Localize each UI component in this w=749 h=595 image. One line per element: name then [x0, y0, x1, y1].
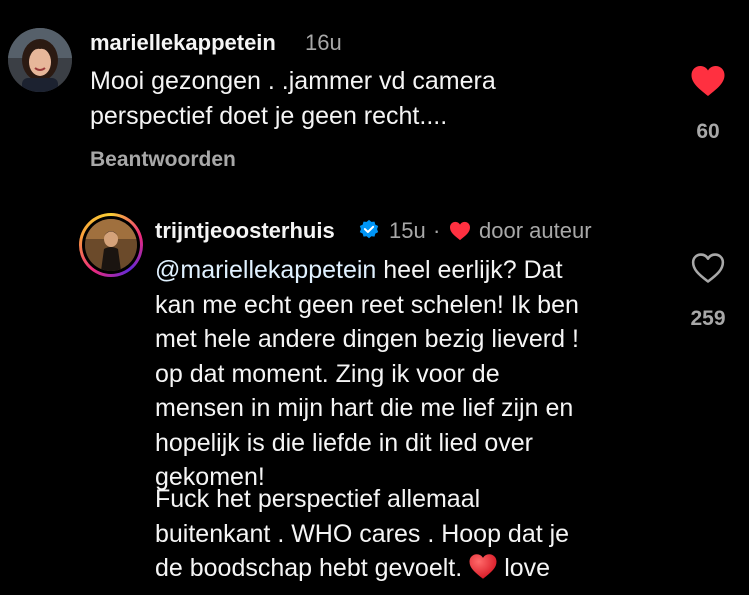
reply-last-line: de boodschap hebt gevoelt. love — [155, 551, 569, 586]
verified-badge-icon — [358, 219, 380, 241]
reply-line: kan me echt geen reet schelen! Ik ben — [155, 290, 579, 319]
heart-outline-icon[interactable] — [691, 252, 725, 284]
reply-line: met hele andere dingen bezig lieverd ! — [155, 325, 579, 353]
reply-username[interactable]: trijntjeoosterhuis — [155, 218, 335, 244]
red-heart-emoji-icon — [462, 553, 504, 579]
heart-small-icon — [449, 221, 471, 241]
like-count: 259 — [690, 307, 726, 330]
mention-link[interactable]: @mariellekappetein — [155, 256, 376, 284]
reply-body: @mariellekappetein heel eerlijk? Dat kan… — [155, 253, 579, 495]
comment-line: perspectief doet je geen recht.... — [90, 101, 448, 130]
reply-line: mensen in mijn hart die me lief zijn en — [155, 394, 574, 422]
comment-timestamp: 16u — [305, 30, 342, 55]
avatar-mariellekappetein[interactable] — [8, 28, 72, 92]
reply-line: buitenkant . WHO cares . Hoop dat je — [155, 519, 570, 548]
reply-line: de boodschap hebt gevoelt. — [155, 554, 463, 582]
reply-line: op dat moment. Zing ik voor de — [155, 359, 500, 388]
heart-filled-icon[interactable] — [690, 64, 726, 98]
avatar-trijntjeoosterhuis[interactable] — [85, 219, 137, 271]
like-count: 60 — [696, 120, 720, 143]
reply-button[interactable]: Beantwoorden — [90, 148, 236, 172]
reply-first-line: @mariellekappetein heel eerlijk? Dat — [155, 253, 579, 288]
reply-line: hopelijk is die liefde in dit lied over — [155, 428, 533, 457]
comment-body: Mooi gezongen . .jammer vd camera perspe… — [90, 64, 496, 133]
author-badge: door auteur — [479, 218, 592, 243]
reply-timestamp: 15u — [389, 218, 426, 243]
reply-trailing-word: love — [504, 554, 551, 582]
avatar-photo — [85, 219, 137, 271]
reply-line: heel eerlijk? Dat — [376, 256, 563, 284]
meta-separator: · — [433, 218, 441, 243]
reply-line: Fuck het perspectief allemaal — [155, 485, 481, 513]
avatar-photo — [8, 28, 72, 92]
comment-line: Mooi gezongen . .jammer vd camera — [90, 67, 496, 95]
story-ring[interactable] — [79, 213, 143, 277]
reply-paragraph-2: Fuck het perspectief allemaal buitenkant… — [155, 482, 569, 586]
comment-username[interactable]: mariellekappetein — [90, 30, 276, 56]
